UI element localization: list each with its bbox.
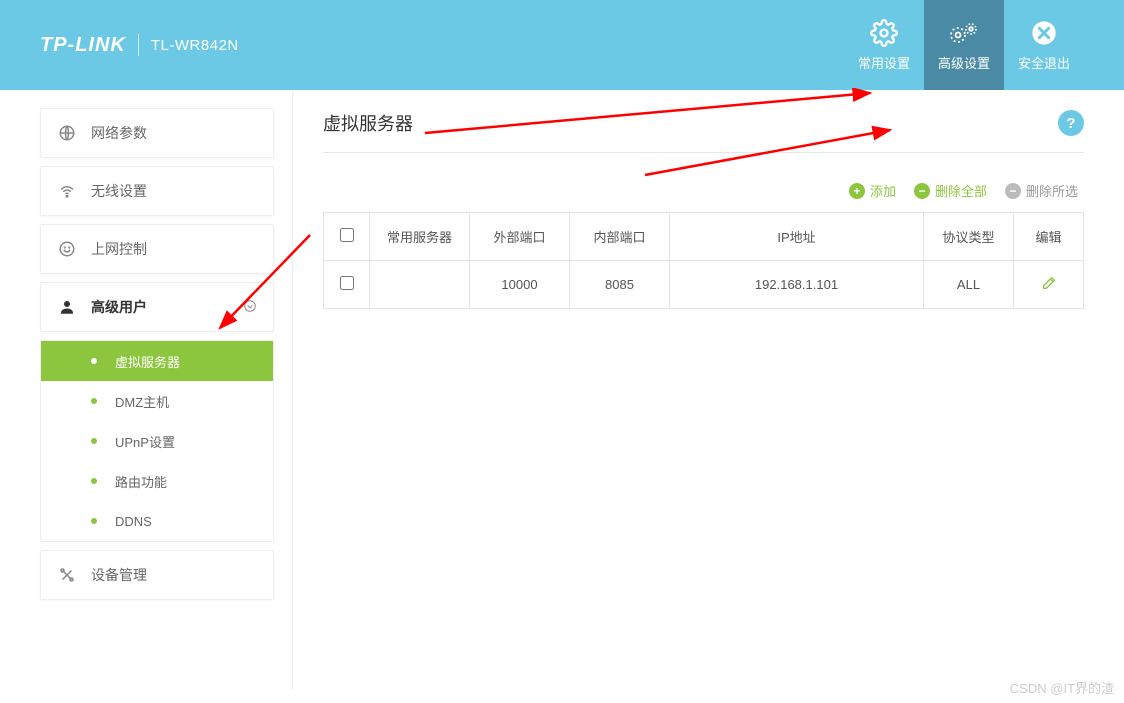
help-button[interactable]: ? xyxy=(1058,110,1084,136)
nav-label: 常用设置 xyxy=(858,53,910,72)
th-edit: 编辑 xyxy=(1014,213,1084,261)
sidebar-label: 上网控制 xyxy=(91,239,147,259)
gears-icon xyxy=(948,19,980,47)
sidebar-item-device[interactable]: 设备管理 xyxy=(40,550,274,600)
page-title: 虚拟服务器 xyxy=(323,110,413,136)
browser-icon xyxy=(57,239,77,259)
submenu-ddns[interactable]: DDNS xyxy=(41,501,273,541)
bullet-icon xyxy=(91,438,97,444)
submenu-label: DDNS xyxy=(115,514,152,529)
cell-external-port: 10000 xyxy=(470,261,570,309)
nav-logout[interactable]: 安全退出 xyxy=(1004,0,1084,90)
gear-icon xyxy=(870,19,898,47)
virtual-server-table: 常用服务器 外部端口 内部端口 IP地址 协议类型 编辑 10000 8085 … xyxy=(323,212,1084,309)
bullet-icon xyxy=(91,398,97,404)
bullet-icon xyxy=(91,358,97,364)
submenu-label: 路由功能 xyxy=(115,472,167,491)
delete-selected-button[interactable]: −删除所选 xyxy=(1005,181,1078,200)
action-label: 删除所选 xyxy=(1026,181,1078,200)
chevron-down-icon xyxy=(243,299,257,316)
logo-area: TP-LINK TL-WR842N xyxy=(40,34,239,57)
globe-icon xyxy=(57,123,77,143)
sidebar-item-advanced-user[interactable]: 高级用户 xyxy=(40,282,274,332)
cell-server xyxy=(370,261,470,309)
bullet-icon xyxy=(91,518,97,524)
sidebar-item-network[interactable]: 网络参数 xyxy=(40,108,274,158)
watermark: CSDN @IT界的渣 xyxy=(1010,678,1114,697)
submenu-virtual-server[interactable]: 虚拟服务器 xyxy=(41,341,273,381)
logo-text: TP-LINK xyxy=(40,34,126,57)
sidebar-item-wireless[interactable]: 无线设置 xyxy=(40,166,274,216)
th-external-port: 外部端口 xyxy=(470,213,570,261)
add-button[interactable]: + 添加 xyxy=(849,181,896,200)
row-checkbox[interactable] xyxy=(340,276,354,290)
th-ip: IP地址 xyxy=(670,213,924,261)
model-label: TL-WR842N xyxy=(151,37,239,54)
nav-label: 高级设置 xyxy=(938,53,990,72)
action-label: 添加 xyxy=(870,181,896,200)
th-protocol: 协议类型 xyxy=(924,213,1014,261)
submenu-upnp[interactable]: UPnP设置 xyxy=(41,421,273,461)
th-internal-port: 内部端口 xyxy=(570,213,670,261)
bullet-icon xyxy=(91,478,97,484)
action-label: 删除全部 xyxy=(935,181,987,200)
user-icon xyxy=(57,297,77,317)
nav-advanced-settings[interactable]: 高级设置 xyxy=(924,0,1004,90)
submenu-dmz[interactable]: DMZ主机 xyxy=(41,381,273,421)
submenu: 虚拟服务器 DMZ主机 UPnP设置 路由功能 DDNS xyxy=(40,340,274,542)
sidebar-label: 高级用户 xyxy=(91,297,147,317)
top-nav: 常用设置 高级设置 安全退出 xyxy=(844,0,1084,90)
main-content: 虚拟服务器 ? +添加 −删除全部 −删除所选 常用服务器 外部端口 内部端口 … xyxy=(292,90,1124,690)
delete-all-button[interactable]: −删除全部 xyxy=(914,181,987,200)
th-server: 常用服务器 xyxy=(370,213,470,261)
sidebar-item-access[interactable]: 上网控制 xyxy=(40,224,274,274)
wifi-icon xyxy=(57,181,77,201)
edit-button[interactable] xyxy=(1041,275,1057,291)
select-all-checkbox[interactable] xyxy=(340,228,354,242)
submenu-label: UPnP设置 xyxy=(115,432,175,451)
tools-icon xyxy=(57,565,77,585)
sidebar-label: 无线设置 xyxy=(91,181,147,201)
nav-common-settings[interactable]: 常用设置 xyxy=(844,0,924,90)
sidebar-label: 设备管理 xyxy=(91,565,147,585)
sidebar: 网络参数 无线设置 上网控制 高级用户 虚拟服务器 DMZ主机 UPnP设置 路… xyxy=(0,90,292,690)
header: TP-LINK TL-WR842N 常用设置 高级设置 安全退出 xyxy=(0,0,1124,90)
logo-separator xyxy=(138,34,139,56)
plus-icon: + xyxy=(849,183,865,199)
cell-ip: 192.168.1.101 xyxy=(670,261,924,309)
submenu-route[interactable]: 路由功能 xyxy=(41,461,273,501)
submenu-label: DMZ主机 xyxy=(115,392,169,411)
nav-label: 安全退出 xyxy=(1018,53,1070,72)
submenu-label: 虚拟服务器 xyxy=(115,352,180,371)
close-circle-icon xyxy=(1030,19,1058,47)
cell-internal-port: 8085 xyxy=(570,261,670,309)
action-bar: +添加 −删除全部 −删除所选 xyxy=(323,153,1084,212)
table-row: 10000 8085 192.168.1.101 ALL xyxy=(324,261,1084,309)
minus-icon: − xyxy=(914,183,930,199)
minus-icon: − xyxy=(1005,183,1021,199)
sidebar-label: 网络参数 xyxy=(91,123,147,143)
cell-protocol: ALL xyxy=(924,261,1014,309)
